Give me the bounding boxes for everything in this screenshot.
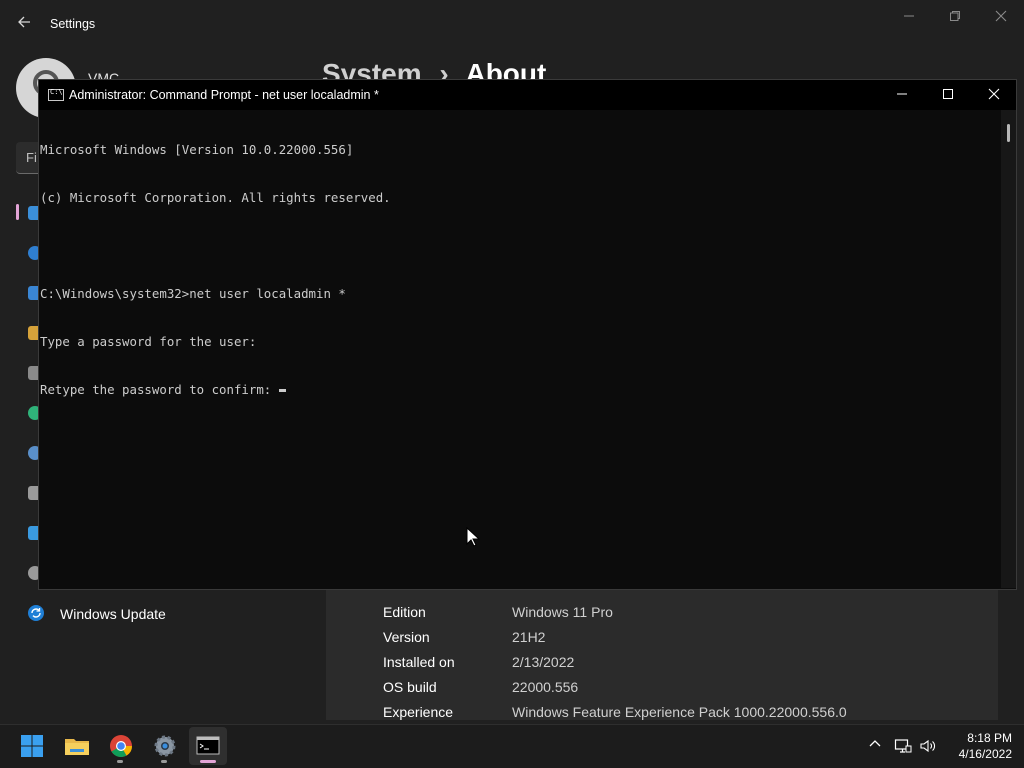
spec-key: Edition xyxy=(383,604,426,620)
console-prompt-line[interactable]: Retype the password to confirm: xyxy=(40,382,1000,398)
settings-minimize-icon[interactable] xyxy=(886,6,932,30)
spec-key: OS build xyxy=(383,679,437,695)
file-explorer-icon xyxy=(65,739,89,755)
scrollbar-thumb[interactable] xyxy=(1007,124,1010,142)
spec-value: Windows 11 Pro xyxy=(512,604,613,620)
spec-row: Version 21H2 xyxy=(326,625,998,650)
spec-key: Experience xyxy=(383,704,454,720)
cmd-title: Administrator: Command Prompt - net user… xyxy=(69,88,379,102)
windows-update-icon xyxy=(27,604,45,622)
settings-restore-icon[interactable] xyxy=(932,6,978,30)
sidebar-item-windows-update[interactable]: Windows Update xyxy=(22,600,312,628)
spec-key: Installed on xyxy=(383,654,455,670)
cmd-titlebar[interactable]: C:\ Administrator: Command Prompt - net … xyxy=(39,80,1016,110)
desktop: Settings VMC System › About Fi Windows U… xyxy=(0,0,1024,768)
vertical-scrollbar[interactable] xyxy=(1001,110,1016,588)
chevron-up-icon[interactable] xyxy=(866,737,884,755)
minimize-button[interactable] xyxy=(879,80,925,110)
text-cursor xyxy=(278,389,286,392)
spec-value: 21H2 xyxy=(512,629,546,645)
running-indicator xyxy=(117,760,123,763)
mouse-pointer-icon xyxy=(466,526,481,547)
spec-value: Windows Feature Experience Pack 1000.220… xyxy=(512,704,847,720)
clock[interactable]: 8:18 PM 4/16/2022 xyxy=(946,730,1012,762)
settings-button[interactable] xyxy=(146,727,184,765)
clock-time: 8:18 PM xyxy=(967,731,1012,745)
sidebar-item-label: Windows Update xyxy=(60,606,166,622)
console-line: C:\Windows\system32>net user localadmin … xyxy=(40,286,346,301)
console-line: Type a password for the user: xyxy=(40,334,257,349)
console-line: Retype the password to confirm: xyxy=(40,382,279,397)
settings-titlebar: Settings xyxy=(0,0,1024,48)
spec-row: Experience Windows Feature Experience Pa… xyxy=(326,700,998,725)
maximize-button[interactable] xyxy=(925,80,971,110)
file-explorer-button[interactable] xyxy=(58,727,96,765)
taskbar: 8:18 PM 4/16/2022 xyxy=(0,724,1024,768)
close-button[interactable] xyxy=(971,80,1017,110)
back-arrow-icon[interactable] xyxy=(14,14,34,34)
active-indicator xyxy=(200,760,216,763)
spec-row: Installed on 2/13/2022 xyxy=(326,650,998,675)
volume-icon[interactable] xyxy=(919,737,937,755)
spec-row: Edition Windows 11 Pro xyxy=(326,600,998,625)
console-line: Microsoft Windows [Version 10.0.22000.55… xyxy=(40,142,354,157)
command-prompt-icon: C:\ xyxy=(48,88,64,101)
settings-title: Settings xyxy=(50,17,96,31)
running-indicator xyxy=(161,760,167,763)
command-prompt-button[interactable] xyxy=(189,727,227,765)
spec-row: OS build 22000.556 xyxy=(326,675,998,700)
windows-specifications-panel: Edition Windows 11 Pro Version 21H2 Inst… xyxy=(326,590,998,720)
spec-value: 22000.556 xyxy=(512,679,579,695)
start-button[interactable] xyxy=(13,727,51,765)
network-status-icon[interactable] xyxy=(894,737,912,755)
spec-value: 2/13/2022 xyxy=(512,654,575,670)
chrome-button[interactable] xyxy=(102,727,140,765)
console-line: (c) Microsoft Corporation. All rights re… xyxy=(40,190,391,205)
nav-selected-indicator xyxy=(16,204,19,220)
command-prompt-window[interactable]: C:\ Administrator: Command Prompt - net … xyxy=(38,79,1017,590)
settings-close-icon[interactable] xyxy=(978,6,1024,30)
spec-key: Version xyxy=(383,629,430,645)
clock-date: 4/16/2022 xyxy=(958,747,1012,761)
start-icon xyxy=(21,735,43,757)
console-output[interactable]: Microsoft Windows [Version 10.0.22000.55… xyxy=(40,110,1000,588)
